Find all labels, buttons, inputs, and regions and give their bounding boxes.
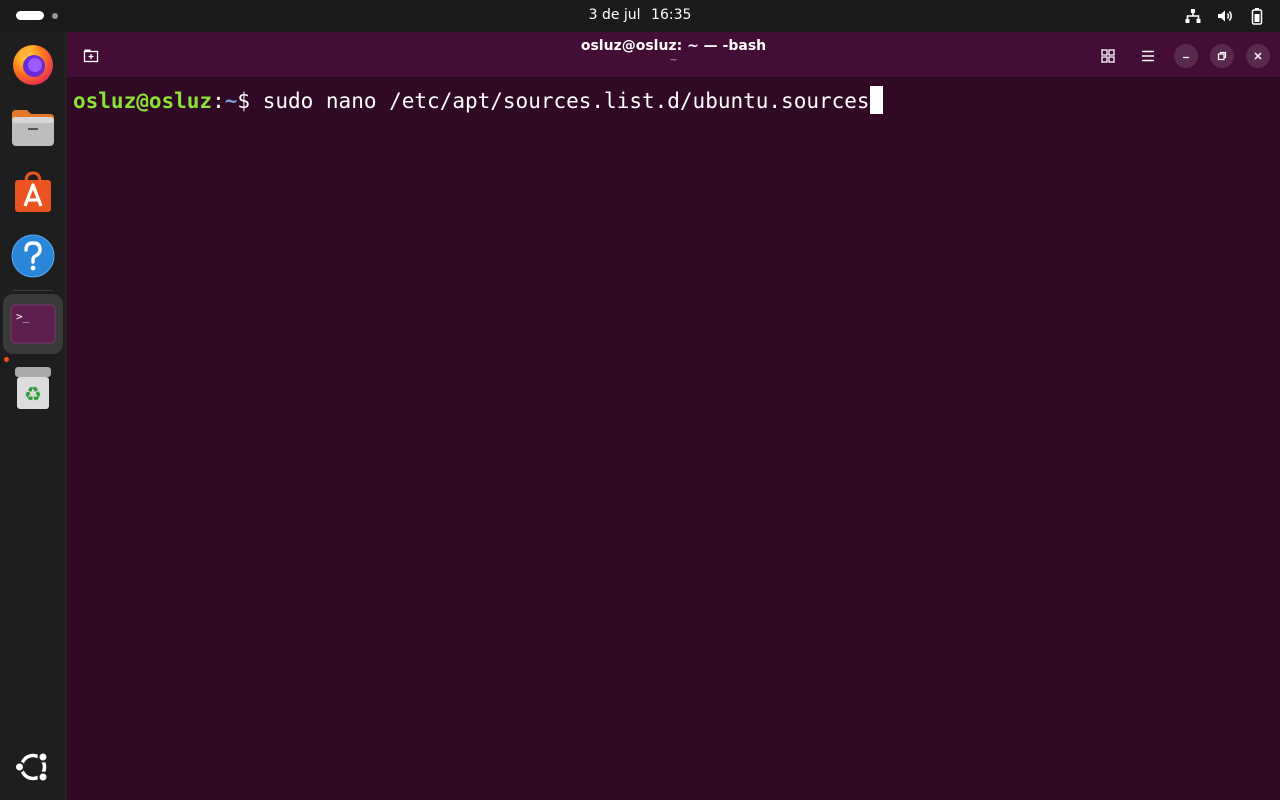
text-cursor [869,86,883,114]
window-headerbar[interactable]: osluz@osluz: ~ — -bash ~ [67,32,1280,78]
tab-overview-button[interactable] [1094,42,1122,70]
clock-time: 16:35 [651,7,692,23]
trash-icon: ♻ [15,367,51,409]
typed-command: sudo nano /etc/apt/sources.list.d/ubuntu… [262,89,870,113]
terminal-icon: >_ [10,304,56,344]
dock-item-files[interactable] [3,98,63,158]
terminal-output[interactable]: osluz@osluz:~$ sudo nano /etc/apt/source… [73,86,1280,800]
prompt-path: ~ [224,89,238,113]
system-tray[interactable] [1184,7,1266,25]
main-menu-button[interactable] [1134,42,1162,70]
network-icon[interactable] [1184,7,1202,25]
dock-item-help[interactable] [3,226,63,286]
dock-separator [13,290,53,291]
volume-icon[interactable] [1216,7,1234,25]
help-icon [11,234,55,278]
show-apps-button[interactable] [3,737,63,797]
terminal-window[interactable]: osluz@osluz: ~ — -bash ~ osluz@osluz:~$ … [67,32,1280,800]
close-icon [1254,52,1262,60]
prompt-symbol: $ [237,89,263,113]
dock-item-trash[interactable]: ♻ [3,358,63,418]
prompt-user-host: osluz@osluz [73,89,213,113]
grid-icon [1101,49,1115,63]
dock: >_ ♻ [0,32,66,800]
prompt-colon: : [212,89,225,113]
maximize-button[interactable] [1210,44,1234,68]
restore-icon [1217,51,1227,61]
hamburger-menu-icon [1142,50,1154,62]
dock-item-terminal[interactable]: >_ [3,294,63,354]
clock-date: 3 de jul [588,7,641,23]
terminal-icon-glyph: >_ [16,310,30,323]
clock[interactable]: 3 de jul 16:35 [0,7,1280,23]
dock-item-app-center[interactable] [3,162,63,222]
files-icon [12,110,54,146]
close-button[interactable] [1246,44,1270,68]
minimize-icon [1183,56,1189,59]
minimize-button[interactable] [1174,44,1198,68]
recycle-icon: ♻ [24,382,42,406]
firefox-icon [13,45,53,85]
headerbar-controls [1094,42,1270,70]
app-center-icon [15,171,51,212]
battery-icon[interactable] [1248,7,1266,25]
dock-item-firefox[interactable] [3,34,63,94]
ubuntu-apps-icon [14,751,49,783]
top-bar: 3 de jul 16:35 [0,0,1280,32]
